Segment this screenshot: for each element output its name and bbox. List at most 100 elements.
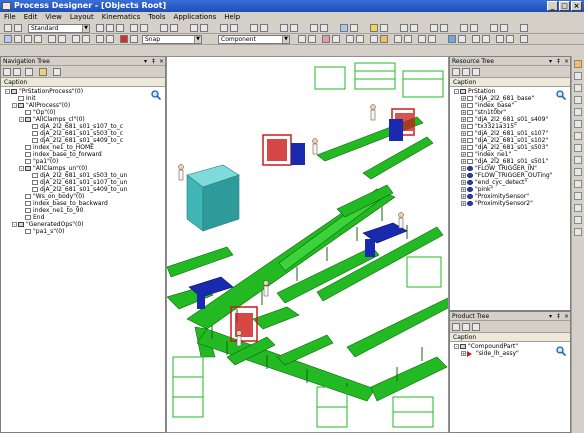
expand-icon[interactable]: + — [461, 103, 466, 108]
paste-icon[interactable] — [116, 24, 124, 32]
tree-node[interactable]: djA_2l2_681_s01_s409_to_c — [1, 137, 165, 144]
filter-icon[interactable] — [452, 68, 460, 76]
save-icon[interactable] — [14, 24, 22, 32]
view-icon-c[interactable] — [96, 35, 104, 43]
tool-icon-i[interactable] — [280, 24, 288, 32]
menu-tools[interactable]: Tools — [148, 12, 165, 23]
menu-edit[interactable]: Edit — [24, 12, 38, 23]
tool-icon-g[interactable] — [250, 24, 258, 32]
expand-icon[interactable]: + — [461, 117, 466, 122]
model-icon-b[interactable] — [308, 35, 316, 43]
forward-icon[interactable] — [472, 323, 480, 331]
tree-node[interactable]: + "pink" — [450, 186, 570, 193]
pin-icon[interactable]: ‡ — [555, 312, 562, 321]
strip-icon-9[interactable] — [574, 156, 582, 164]
graphic-viewer[interactable] — [166, 56, 449, 433]
tree-node[interactable]: - "PrStationProcess"(0) — [1, 88, 165, 95]
model-icon-k[interactable] — [418, 35, 426, 43]
strip-icon-5[interactable] — [574, 108, 582, 116]
strip-icon-10[interactable] — [574, 168, 582, 176]
model-icon-d[interactable] — [332, 35, 340, 43]
tool-icon-q[interactable] — [400, 24, 408, 32]
select-icon[interactable] — [4, 35, 12, 43]
collapse-icon[interactable]: - — [12, 103, 17, 108]
panel-close-icon[interactable]: × — [158, 57, 165, 66]
expand-icon[interactable]: + — [461, 145, 466, 150]
expand-icon[interactable]: + — [461, 201, 466, 206]
search-icon[interactable] — [151, 90, 161, 100]
tool-icon-u[interactable] — [460, 24, 468, 32]
tree-node[interactable]: djA_2l2_681_s01_s503_to_un — [1, 172, 165, 179]
tree-node[interactable]: index_ne1_to_HOME — [1, 144, 165, 151]
model-icon-h[interactable] — [380, 35, 388, 43]
tool-icon-c[interactable] — [190, 24, 198, 32]
menu-help[interactable]: Help — [224, 12, 240, 23]
panel-close-icon[interactable]: × — [563, 312, 570, 321]
tree-node[interactable]: + "FLOW_TRIGGER_IN" — [450, 165, 570, 172]
tool-icon-j[interactable] — [290, 24, 298, 32]
menu-view[interactable]: View — [45, 12, 62, 23]
tool-icon-l[interactable] — [320, 24, 328, 32]
tool-icon-y[interactable] — [520, 24, 528, 32]
model-icon-i[interactable] — [394, 35, 402, 43]
tool-icon-t[interactable] — [440, 24, 448, 32]
view-icon-e[interactable] — [130, 35, 138, 43]
tool-icon-w[interactable] — [490, 24, 498, 32]
pin-icon[interactable]: ‡ — [150, 57, 157, 66]
collapse-icon[interactable]: - — [19, 117, 24, 122]
caption-header[interactable]: Caption — [1, 78, 165, 87]
list-icon[interactable] — [25, 68, 33, 76]
expand-icon[interactable]: + — [461, 173, 466, 178]
back-icon[interactable] — [462, 68, 470, 76]
collapse-icon[interactable]: - — [454, 89, 459, 94]
panel-menu-icon[interactable]: ▾ — [547, 312, 554, 321]
tree-node[interactable]: - "AllProcess"(0) — [1, 102, 165, 109]
forward-icon[interactable] — [13, 68, 21, 76]
expand-icon[interactable]: + — [461, 159, 466, 164]
expand-icon[interactable]: + — [461, 351, 466, 356]
tree-node[interactable]: Init — [1, 95, 165, 102]
expand-icon[interactable]: + — [461, 96, 466, 101]
menu-file[interactable]: File — [4, 12, 16, 23]
search-icon[interactable] — [556, 346, 566, 356]
snap-combo[interactable]: Snap ▼ — [142, 35, 202, 44]
tree-node[interactable]: + "index_ne1" — [450, 151, 570, 158]
model-icon-f[interactable] — [356, 35, 364, 43]
tool-icon-o[interactable] — [370, 24, 378, 32]
tree-node[interactable]: + "djA_2l2_681_s01_s107" — [450, 130, 570, 137]
tool-icon-e[interactable] — [220, 24, 228, 32]
tree-node[interactable]: + "djA_2l2_681_s01_s501" — [450, 158, 570, 165]
strip-icon-4[interactable] — [574, 96, 582, 104]
tree-node[interactable]: "Op"(0) — [1, 109, 165, 116]
expand-icon[interactable]: + — [461, 110, 466, 115]
tree-node[interactable]: - "CompoundPart" — [450, 343, 570, 350]
tree-node[interactable]: "pa1_s"(0) — [1, 228, 165, 235]
tree-node[interactable]: djA_2l2_681_s01_s503_to_c — [1, 130, 165, 137]
model-icon-e[interactable] — [346, 35, 354, 43]
tree-node[interactable]: index_base_to_backward — [1, 200, 165, 207]
tree-node[interactable]: index_ne1_to_90 — [1, 207, 165, 214]
collapse-icon[interactable]: - — [12, 222, 17, 227]
menu-applications[interactable]: Applications — [174, 12, 217, 23]
strip-icon-8[interactable] — [574, 144, 582, 152]
tree-node[interactable]: + "djA_2l2_681_s01_s102" — [450, 137, 570, 144]
strip-icon-7[interactable] — [574, 132, 582, 140]
tool-icon-v[interactable] — [470, 24, 478, 32]
tool-icon-d[interactable] — [200, 24, 208, 32]
model-icon-j[interactable] — [404, 35, 412, 43]
tree-node[interactable]: djA_2l2_681_s01_s409_to_un — [1, 186, 165, 193]
tree-node[interactable]: + "ProximitySensor2" — [450, 200, 570, 207]
expand-icon[interactable]: + — [461, 194, 466, 199]
tree-node[interactable]: "Ws_on_body"(0) — [1, 193, 165, 200]
tree-node[interactable]: + "djA_2l2_681_s01_s409" — [450, 116, 570, 123]
strip-icon-2[interactable] — [574, 72, 582, 80]
forward-icon[interactable] — [472, 68, 480, 76]
close-button[interactable]: × — [571, 1, 582, 11]
panel-menu-icon[interactable]: ▾ — [547, 57, 554, 66]
minimize-button[interactable]: _ — [547, 1, 558, 11]
tree-node[interactable]: End — [1, 214, 165, 221]
expand-icon[interactable]: + — [461, 152, 466, 157]
tool-icon-x[interactable] — [500, 24, 508, 32]
menu-layout[interactable]: Layout — [70, 12, 94, 23]
zoom-box-icon[interactable] — [58, 35, 66, 43]
